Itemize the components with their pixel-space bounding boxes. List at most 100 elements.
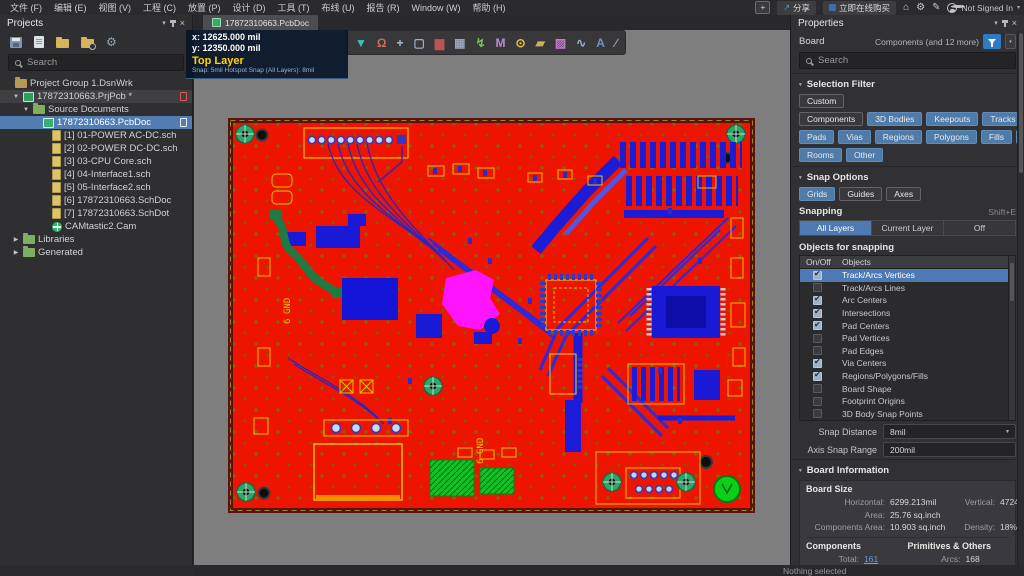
axis-snap-range-input[interactable]: 200mil: [883, 442, 1016, 457]
home-icon[interactable]: ⌂: [903, 3, 909, 13]
table-scrollbar[interactable]: [1008, 256, 1015, 420]
menu-item[interactable]: 编辑 (E): [48, 1, 93, 14]
snap-object-row[interactable]: 3D Body Snap Points: [800, 408, 1008, 421]
snapping-mode-option[interactable]: Current Layer: [872, 221, 944, 235]
menu-item[interactable]: 文件 (F): [4, 1, 48, 14]
menu-item[interactable]: 工程 (C): [137, 1, 182, 14]
checkbox[interactable]: [813, 283, 822, 292]
board-insight-icon[interactable]: ▆: [435, 37, 444, 49]
close-icon[interactable]: ×: [1012, 19, 1017, 28]
customization-pen-icon[interactable]: ✎: [932, 3, 940, 13]
expand-arrow-icon[interactable]: ▼: [12, 94, 20, 100]
snap-object-row[interactable]: Via Centers: [800, 357, 1008, 370]
tree-item[interactable]: [7] 17872310663.SchDot: [0, 207, 192, 220]
tree-item[interactable]: ▼ 17872310663.PrjPcb *: [0, 90, 192, 103]
menu-item[interactable]: 布线 (U): [316, 1, 361, 14]
highlight-net-icon[interactable]: ⊙: [516, 37, 526, 49]
tree-item[interactable]: [3] 03-CPU Core.sch: [0, 155, 192, 168]
checkbox[interactable]: [813, 384, 822, 393]
checkbox[interactable]: [813, 271, 822, 280]
checkbox[interactable]: [813, 309, 822, 318]
snap-object-row[interactable]: Pad Vertices: [800, 332, 1008, 345]
checkbox[interactable]: [813, 372, 822, 381]
snap-object-row[interactable]: Intersections: [800, 307, 1008, 320]
checkbox[interactable]: [813, 346, 822, 355]
filter-chip[interactable]: Components: [799, 112, 863, 126]
snap-toggle-button[interactable]: Guides: [839, 187, 882, 201]
filter-chip[interactable]: 3D Bodies: [867, 112, 922, 126]
section-snap-options[interactable]: ▾ Snap Options: [791, 169, 1024, 185]
polygon-pour-icon[interactable]: ▰: [536, 37, 545, 49]
snap-magnet-icon[interactable]: Ω: [377, 37, 387, 49]
expand-arrow-icon[interactable]: ▶: [12, 249, 20, 256]
snap-toggle-button[interactable]: Axes: [886, 187, 921, 201]
snap-object-row[interactable]: Regions/Polygons/Fills: [800, 370, 1008, 383]
tree-item[interactable]: [6] 17872310663.SchDoc: [0, 194, 192, 207]
close-project-folder-icon[interactable]: [81, 39, 94, 48]
menu-item[interactable]: 设计 (D): [227, 1, 272, 14]
filter-chip[interactable]: Rooms: [799, 148, 842, 162]
pcb-canvas[interactable]: GND 6 GND 6: [194, 30, 790, 565]
snap-object-row[interactable]: Track/Arcs Vertices: [800, 269, 1008, 282]
filter-chip[interactable]: Other: [846, 148, 883, 162]
tree-item[interactable]: Project Group 1.DsnWrk: [0, 77, 192, 90]
menu-item[interactable]: Window (W): [406, 3, 467, 13]
menu-item[interactable]: 工具 (T): [272, 1, 316, 14]
tree-item[interactable]: [2] 02-POWER DC-DC.sch: [0, 142, 192, 155]
menu-item[interactable]: 视图 (V): [93, 1, 138, 14]
tree-item[interactable]: 17872310663.PcbDoc: [0, 116, 192, 129]
share-button[interactable]: ↗分享: [777, 1, 816, 15]
snap-object-row[interactable]: Arc Centers: [800, 294, 1008, 307]
diff-pair-route-icon[interactable]: M: [496, 37, 506, 49]
panel-menu-icon[interactable]: ▾: [162, 19, 166, 27]
snap-object-row[interactable]: Pad Edges: [800, 345, 1008, 358]
snapping-mode-option[interactable]: All Layers: [800, 221, 872, 235]
checkbox[interactable]: [813, 397, 822, 406]
snap-toggle-button[interactable]: Grids: [799, 187, 835, 201]
tree-item[interactable]: [4] 04-Interface1.sch: [0, 168, 192, 181]
tab-pcbdoc[interactable]: 17872310663.PcbDoc: [203, 15, 318, 30]
snapping-mode-option[interactable]: Off: [944, 221, 1015, 235]
place-line-icon[interactable]: ∕: [615, 37, 617, 49]
custom-filter-button[interactable]: Custom: [799, 94, 844, 108]
checkbox[interactable]: [813, 334, 822, 343]
section-selection-filter[interactable]: ▾ Selection Filter: [791, 76, 1024, 92]
filter-chip[interactable]: Pads: [799, 130, 834, 144]
properties-search-input[interactable]: Search: [799, 52, 1016, 69]
object-filter-button[interactable]: [983, 34, 1001, 49]
open-project-folder-icon[interactable]: [56, 39, 69, 48]
tree-item[interactable]: ▼ Source Documents: [0, 103, 192, 116]
filter-chip[interactable]: Keepouts: [926, 112, 978, 126]
crosshair-icon[interactable]: +: [397, 37, 404, 49]
expand-arrow-icon[interactable]: ▶: [12, 236, 20, 243]
snap-distance-select[interactable]: 8mil ▾: [883, 424, 1016, 439]
selection-filter-icon[interactable]: ▼: [355, 37, 367, 49]
buy-online-button[interactable]: 立即在线购买: [823, 1, 896, 15]
pad-grid-icon[interactable]: ▦: [454, 37, 465, 49]
interactive-route-icon[interactable]: ↯: [475, 37, 485, 49]
snap-object-row[interactable]: Board Shape: [800, 382, 1008, 395]
length-tuning-icon[interactable]: ∿: [576, 37, 586, 49]
tree-item[interactable]: ▶ Libraries: [0, 233, 192, 246]
properties-scrollbar[interactable]: [1017, 31, 1024, 565]
snap-object-row[interactable]: Pad Centers: [800, 319, 1008, 332]
filter-chip[interactable]: Vias: [838, 130, 870, 144]
section-board-information[interactable]: ▾ Board Information: [791, 462, 1024, 478]
save-icon[interactable]: [10, 37, 22, 48]
dimension-icon[interactable]: ▨: [555, 37, 566, 49]
checkbox[interactable]: [813, 321, 822, 330]
tree-item[interactable]: ▶ Generated: [0, 246, 192, 259]
snap-object-row[interactable]: Footprint Origins: [800, 395, 1008, 408]
close-icon[interactable]: ×: [180, 19, 185, 28]
menu-item[interactable]: 帮助 (H): [467, 1, 512, 14]
expand-arrow-icon[interactable]: ▼: [22, 107, 30, 113]
checkbox[interactable]: [813, 359, 822, 368]
menu-item[interactable]: 报告 (R): [361, 1, 406, 14]
snap-object-row[interactable]: Track/Arcs Lines: [800, 282, 1008, 295]
add-icon[interactable]: +: [755, 1, 770, 14]
checkbox[interactable]: [813, 409, 822, 418]
pcb-board[interactable]: GND 6 GND 6: [228, 118, 755, 513]
tree-item[interactable]: [5] 05-Interface2.sch: [0, 181, 192, 194]
filter-chip[interactable]: Regions: [875, 130, 922, 144]
projects-search-input[interactable]: Search: [8, 54, 184, 71]
